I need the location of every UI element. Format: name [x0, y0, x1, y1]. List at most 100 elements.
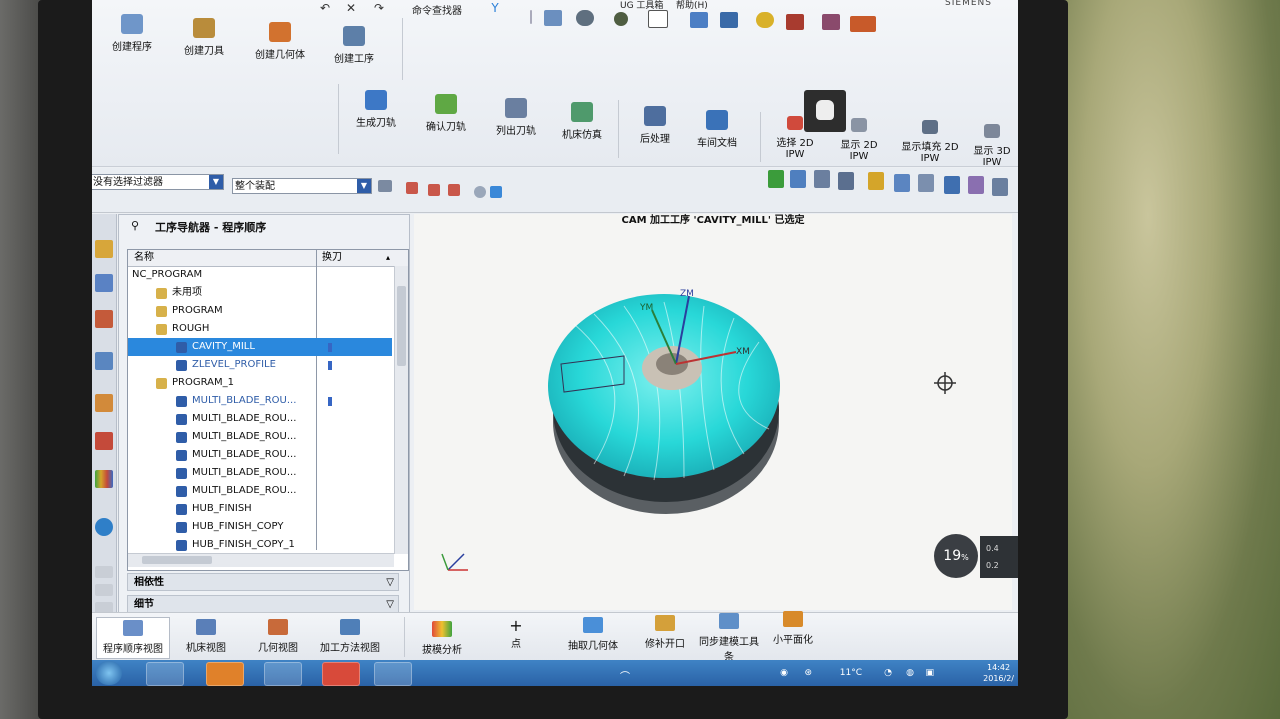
- view-fit-icon[interactable]: [544, 10, 562, 26]
- expand-icon[interactable]: ⌒: [620, 668, 630, 683]
- tree-row[interactable]: MULTI_BLADE_ROU...: [128, 392, 392, 410]
- graphics-window[interactable]: CAM 加工工序 'CAVITY_MILL' 已选定 ZM YM XM 19% …: [414, 214, 1018, 610]
- dimension-icon[interactable]: [850, 16, 876, 32]
- cube-icon[interactable]: [490, 186, 502, 198]
- work-layer-icon[interactable]: [648, 10, 668, 28]
- shop-docs-button[interactable]: 车间文档: [690, 110, 744, 149]
- menu-toolbox[interactable]: UG 工具箱: [620, 0, 663, 11]
- snap-point-icon[interactable]: [406, 182, 418, 194]
- tree-row[interactable]: PROGRAM_1: [128, 374, 392, 392]
- tray-icon[interactable]: ⊛: [804, 668, 812, 678]
- tab-program-order-view[interactable]: 程序顺序视图: [96, 617, 170, 659]
- extract-geometry-button[interactable]: 抽取几何体: [562, 615, 624, 655]
- navigator-tree[interactable]: 名称 换刀 ▴ NC_PROGRAM 未用项 PROGRAM ROUGH CAVITY_…: [127, 249, 409, 571]
- volume-icon[interactable]: ◍: [906, 668, 914, 678]
- command-finder[interactable]: 命令查找器: [412, 2, 462, 17]
- facet-button[interactable]: 小平面化: [768, 609, 818, 649]
- history-tab-icon[interactable]: [95, 518, 113, 536]
- draft-analysis-button[interactable]: 拔模分析: [412, 619, 472, 659]
- tree-row[interactable]: HUB_FINISH_COPY: [128, 518, 392, 536]
- explorer-taskbar-icon[interactable]: [264, 662, 302, 686]
- nav-tool-icon[interactable]: [944, 176, 960, 194]
- chevron-down-icon[interactable]: ▼: [209, 175, 223, 189]
- part-navigator-tab-icon[interactable]: [95, 352, 113, 370]
- generate-toolpath-button[interactable]: 生成刀轨: [348, 90, 404, 129]
- shade-icon[interactable]: [614, 12, 628, 26]
- create-program-button[interactable]: 创建程序: [104, 14, 160, 53]
- scroll-thumb[interactable]: [142, 556, 212, 564]
- start-button[interactable]: [96, 661, 122, 685]
- nav-tool-icon[interactable]: [868, 172, 884, 190]
- tab-machine-view[interactable]: 机床视图: [174, 617, 238, 657]
- network-icon[interactable]: ▣: [925, 668, 934, 678]
- column-header-tool-change[interactable]: 换刀: [322, 250, 342, 266]
- nav-tool-icon[interactable]: [968, 176, 984, 194]
- tray-icon[interactable]: ◉: [780, 668, 788, 678]
- nav-tool-icon[interactable]: [838, 172, 854, 190]
- tree-row[interactable]: ZLEVEL_PROFILE: [128, 356, 392, 374]
- snap-icon[interactable]: [756, 12, 774, 28]
- tree-row[interactable]: NC_PROGRAM: [128, 266, 392, 284]
- tree-row[interactable]: CAVITY_MILL: [128, 338, 392, 356]
- nav-tool-icon[interactable]: [918, 174, 934, 192]
- ie-taskbar-icon[interactable]: [146, 662, 184, 686]
- nav-tool-icon[interactable]: [790, 170, 806, 188]
- view-icon[interactable]: [474, 186, 486, 198]
- dependencies-panel-header[interactable]: 相依性 ▽: [127, 573, 399, 591]
- tree-row[interactable]: MULTI_BLADE_ROU...: [128, 482, 392, 500]
- filter-icon[interactable]: Y: [488, 1, 502, 15]
- machining-feature-tab-icon[interactable]: [95, 310, 113, 328]
- show-filled-2d-ipw-button[interactable]: 显示填充 2D IPW: [898, 120, 962, 164]
- tree-row[interactable]: ROUGH: [128, 320, 392, 338]
- nav-tool-icon[interactable]: [814, 170, 830, 188]
- progress-indicator[interactable]: 19%: [934, 534, 978, 578]
- snap-end-icon[interactable]: [428, 184, 440, 196]
- reuse-library-tab-icon[interactable]: [95, 394, 113, 412]
- render-style-icon[interactable]: [576, 10, 594, 26]
- close-icon[interactable]: ✕: [344, 1, 358, 15]
- details-panel-header[interactable]: 细节 ▽: [127, 595, 399, 613]
- tree-row[interactable]: HUB_FINISH_COPY_1: [128, 536, 392, 554]
- create-operation-button[interactable]: 创建工序: [326, 26, 382, 65]
- csys-icon[interactable]: [690, 12, 708, 28]
- select-2d-ipw-button[interactable]: 选择 2D IPW: [766, 116, 824, 160]
- tree-row[interactable]: MULTI_BLADE_ROU...: [128, 428, 392, 446]
- wifi-icon[interactable]: ◔: [884, 668, 892, 678]
- create-tool-button[interactable]: 创建刀具: [176, 18, 232, 57]
- nx-taskbar-icon[interactable]: [322, 662, 360, 686]
- nav-tool-icon[interactable]: [894, 174, 910, 192]
- patch-openings-button[interactable]: 修补开口: [640, 613, 690, 653]
- image-viewer-taskbar-icon[interactable]: [374, 662, 412, 686]
- system-scene-tab-icon[interactable]: [95, 584, 113, 596]
- wcs-icon[interactable]: [720, 12, 738, 28]
- browser-taskbar-icon[interactable]: [206, 662, 244, 686]
- machine-tool-navigator-tab-icon[interactable]: [95, 274, 113, 292]
- chevron-down-icon[interactable]: ▽: [386, 574, 394, 592]
- tree-row[interactable]: 未用项: [128, 284, 392, 302]
- sync-modeling-button[interactable]: 同步建模工具条: [698, 611, 760, 663]
- vertical-scrollbar[interactable]: [394, 266, 408, 554]
- section-view-icon[interactable]: [786, 14, 804, 30]
- column-header-name[interactable]: 名称: [134, 250, 154, 266]
- web-browser-tab-icon[interactable]: [95, 432, 113, 450]
- chevron-down-icon[interactable]: ▼: [357, 179, 371, 193]
- weather-temperature[interactable]: 11°C: [840, 668, 862, 678]
- create-geometry-button[interactable]: 创建几何体: [248, 22, 312, 61]
- tree-row[interactable]: PROGRAM: [128, 302, 392, 320]
- machine-simulation-button[interactable]: 机床仿真: [554, 102, 610, 141]
- redo-icon[interactable]: ↷: [372, 1, 386, 15]
- tree-row[interactable]: MULTI_BLADE_ROU...: [128, 446, 392, 464]
- palette-tab-icon[interactable]: [95, 470, 113, 488]
- point-button[interactable]: + 点: [496, 617, 536, 657]
- scroll-thumb[interactable]: [397, 286, 406, 366]
- tab-method-view[interactable]: 加工方法视图: [314, 617, 386, 657]
- assembly-scope-select[interactable]: 整个装配 ▼: [232, 178, 372, 194]
- pin-icon[interactable]: ⚲: [131, 215, 139, 237]
- tree-row[interactable]: MULTI_BLADE_ROU...: [128, 464, 392, 482]
- column-menu-icon[interactable]: ▴: [386, 250, 390, 266]
- menu-help[interactable]: 帮助(H): [676, 0, 708, 11]
- horizontal-scrollbar[interactable]: [128, 553, 394, 567]
- measure-icon[interactable]: [822, 14, 840, 30]
- postprocess-button[interactable]: 后处理: [628, 106, 682, 145]
- nav-tool-icon[interactable]: [992, 178, 1008, 196]
